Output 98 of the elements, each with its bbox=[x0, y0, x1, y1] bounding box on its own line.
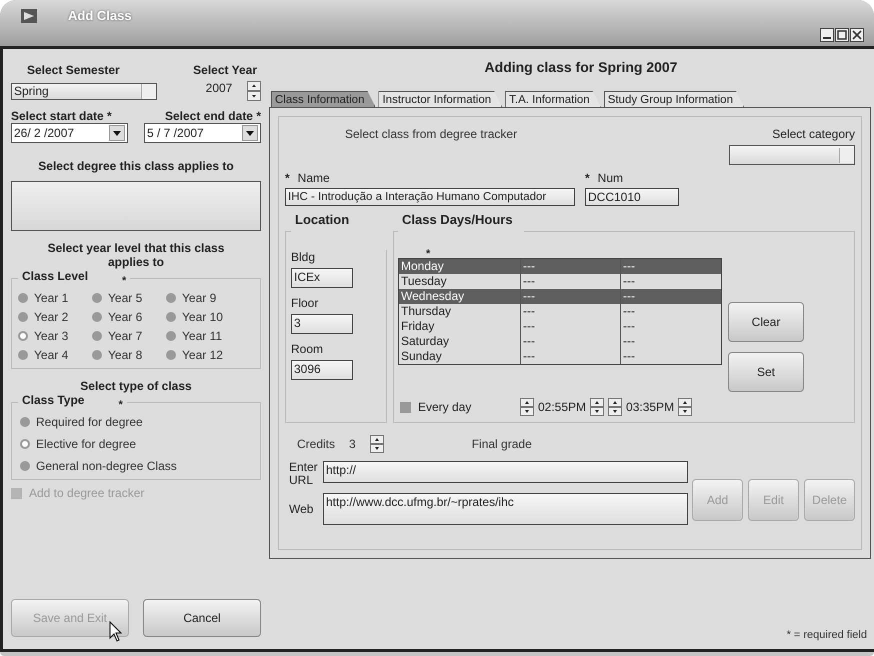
cursor-icon bbox=[109, 621, 123, 642]
required-mark: * bbox=[285, 171, 290, 185]
class-type-radio[interactable]: Elective for degree bbox=[20, 437, 254, 451]
day-cell[interactable]: Friday bbox=[399, 319, 521, 334]
day-button[interactable]: Clear bbox=[728, 302, 804, 342]
credits-value: 3 bbox=[349, 437, 356, 451]
tab[interactable]: Study Group Information bbox=[604, 91, 744, 107]
year-radio[interactable]: Year 2 bbox=[18, 310, 92, 324]
start-time-cell: --- bbox=[521, 319, 621, 334]
year-radio[interactable]: Year 4 bbox=[18, 348, 92, 362]
year-radio[interactable]: Year 12 bbox=[166, 348, 246, 362]
num-label: Num bbox=[598, 171, 624, 185]
degree-label: Select degree this class applies to bbox=[37, 159, 235, 173]
start-time-cell: --- bbox=[521, 289, 621, 304]
app-icon bbox=[20, 7, 38, 25]
day-button[interactable]: Set bbox=[728, 352, 804, 392]
category-dropdown[interactable] bbox=[729, 145, 855, 165]
year-label: Select Year bbox=[193, 63, 257, 77]
close-icon[interactable] bbox=[850, 28, 864, 42]
floor-field[interactable]: 3 bbox=[291, 314, 353, 334]
start-date-picker[interactable]: 26/ 2 /2007 bbox=[11, 123, 128, 143]
end-time-cell-text: --- bbox=[622, 274, 636, 289]
year-radio[interactable]: Year 10 bbox=[166, 310, 246, 324]
end-time-cell-text: --- bbox=[622, 304, 636, 319]
dialog-button[interactable]: Cancel bbox=[143, 599, 261, 637]
floor-label: Floor bbox=[291, 296, 320, 310]
start-time-cell: --- bbox=[521, 259, 621, 274]
class-type-radio[interactable]: General non-degree Class bbox=[20, 459, 254, 473]
end-time-cell-text: --- bbox=[622, 259, 636, 274]
required-mark: * bbox=[122, 275, 126, 287]
group-title: Class Level bbox=[22, 269, 88, 283]
end-time-cell-text: --- bbox=[622, 319, 636, 334]
required-mark: * bbox=[118, 399, 123, 411]
day-cell[interactable]: Monday bbox=[399, 259, 521, 274]
year-level-label: Select year level that this class applies to bbox=[46, 241, 226, 269]
start-time: 02:55PM bbox=[538, 400, 586, 414]
start-time-cell: --- bbox=[521, 349, 621, 364]
credits-spinner[interactable] bbox=[370, 435, 384, 453]
final-grade-label: Final grade bbox=[472, 437, 532, 451]
day-cell[interactable]: Sunday bbox=[399, 349, 521, 364]
web-list[interactable]: http://www.dcc.ufmg.br/~rprates/ihc bbox=[323, 493, 688, 525]
class-type-radio[interactable]: Required for degree bbox=[20, 415, 254, 429]
year-radio[interactable]: Year 6 bbox=[92, 310, 166, 324]
web-label: Web bbox=[289, 501, 314, 518]
minimize-icon[interactable] bbox=[820, 28, 834, 42]
maximize-icon[interactable] bbox=[835, 28, 849, 42]
day-cell[interactable]: Wednesday bbox=[399, 289, 521, 304]
required-mark: * bbox=[426, 250, 432, 258]
class-type-label: Select type of class bbox=[79, 379, 193, 393]
tab[interactable]: Instructor Information bbox=[378, 91, 502, 107]
bldg-label: Bldg bbox=[291, 250, 316, 264]
day-cell[interactable]: Thursday bbox=[399, 304, 521, 319]
spinner[interactable] bbox=[590, 398, 604, 416]
spinner[interactable] bbox=[608, 398, 622, 416]
required-mark: * bbox=[585, 171, 590, 185]
spinner[interactable] bbox=[678, 398, 692, 416]
day-cell[interactable]: Saturday bbox=[399, 334, 521, 349]
year-radio[interactable]: Year 9 bbox=[166, 291, 246, 305]
end-date-label: Select end date * bbox=[164, 109, 261, 123]
tracker-label: Select class from degree tracker bbox=[345, 127, 518, 143]
name-field[interactable]: IHC - Introdução a Interação Humano Computador bbox=[285, 188, 575, 206]
semester-dropdown[interactable]: Spring bbox=[11, 82, 157, 100]
end-time-cell-text: --- bbox=[622, 349, 636, 364]
year-radio[interactable]: Year 5 bbox=[92, 291, 166, 305]
tab[interactable]: Class Information bbox=[271, 91, 376, 107]
url-field[interactable]: http:// bbox=[323, 461, 688, 483]
group-title: Class Type bbox=[22, 393, 84, 407]
num-field[interactable]: DCC1010 bbox=[585, 188, 679, 206]
required-note: * = required field bbox=[786, 629, 867, 641]
start-time-cell: --- bbox=[521, 334, 621, 349]
tab[interactable]: T.A. Information bbox=[505, 91, 601, 107]
group-title: Class Days/Hours bbox=[402, 212, 514, 229]
semester-label: Select Semester bbox=[27, 63, 120, 77]
end-date-picker[interactable]: 5 / 7 /2007 bbox=[144, 123, 261, 143]
category-label: Select category bbox=[772, 127, 855, 141]
end-time-cell-text: --- bbox=[622, 334, 636, 349]
page-heading: Adding class for Spring 2007 bbox=[484, 59, 678, 75]
bldg-field[interactable]: ICEx bbox=[291, 268, 353, 288]
room-field[interactable]: 3096 bbox=[291, 360, 353, 380]
window-title: Add Class bbox=[68, 8, 132, 23]
year-radio[interactable]: Year 8 bbox=[92, 348, 166, 362]
year-radio[interactable]: Year 11 bbox=[166, 329, 246, 343]
year-spinner[interactable] bbox=[246, 81, 261, 101]
degree-list[interactable] bbox=[11, 181, 261, 231]
spinner[interactable] bbox=[520, 398, 534, 416]
year-radio[interactable]: Year 3 bbox=[18, 329, 92, 343]
room-label: Room bbox=[291, 342, 324, 356]
url-label: Enter URL bbox=[289, 461, 319, 487]
year-value: 2007 bbox=[206, 81, 232, 95]
end-time-cell-text: --- bbox=[622, 289, 636, 304]
credits-label: Credits bbox=[297, 437, 336, 451]
start-time-cell: --- bbox=[521, 304, 621, 319]
end-time: 03:35PM bbox=[626, 400, 674, 414]
year-radio[interactable]: Year 1 bbox=[18, 291, 92, 305]
year-radio[interactable]: Year 7 bbox=[92, 329, 166, 343]
start-date-label: Select start date * bbox=[11, 109, 112, 123]
name-label: Name bbox=[298, 171, 330, 185]
every-day-checkbox[interactable]: Every day bbox=[400, 400, 498, 414]
